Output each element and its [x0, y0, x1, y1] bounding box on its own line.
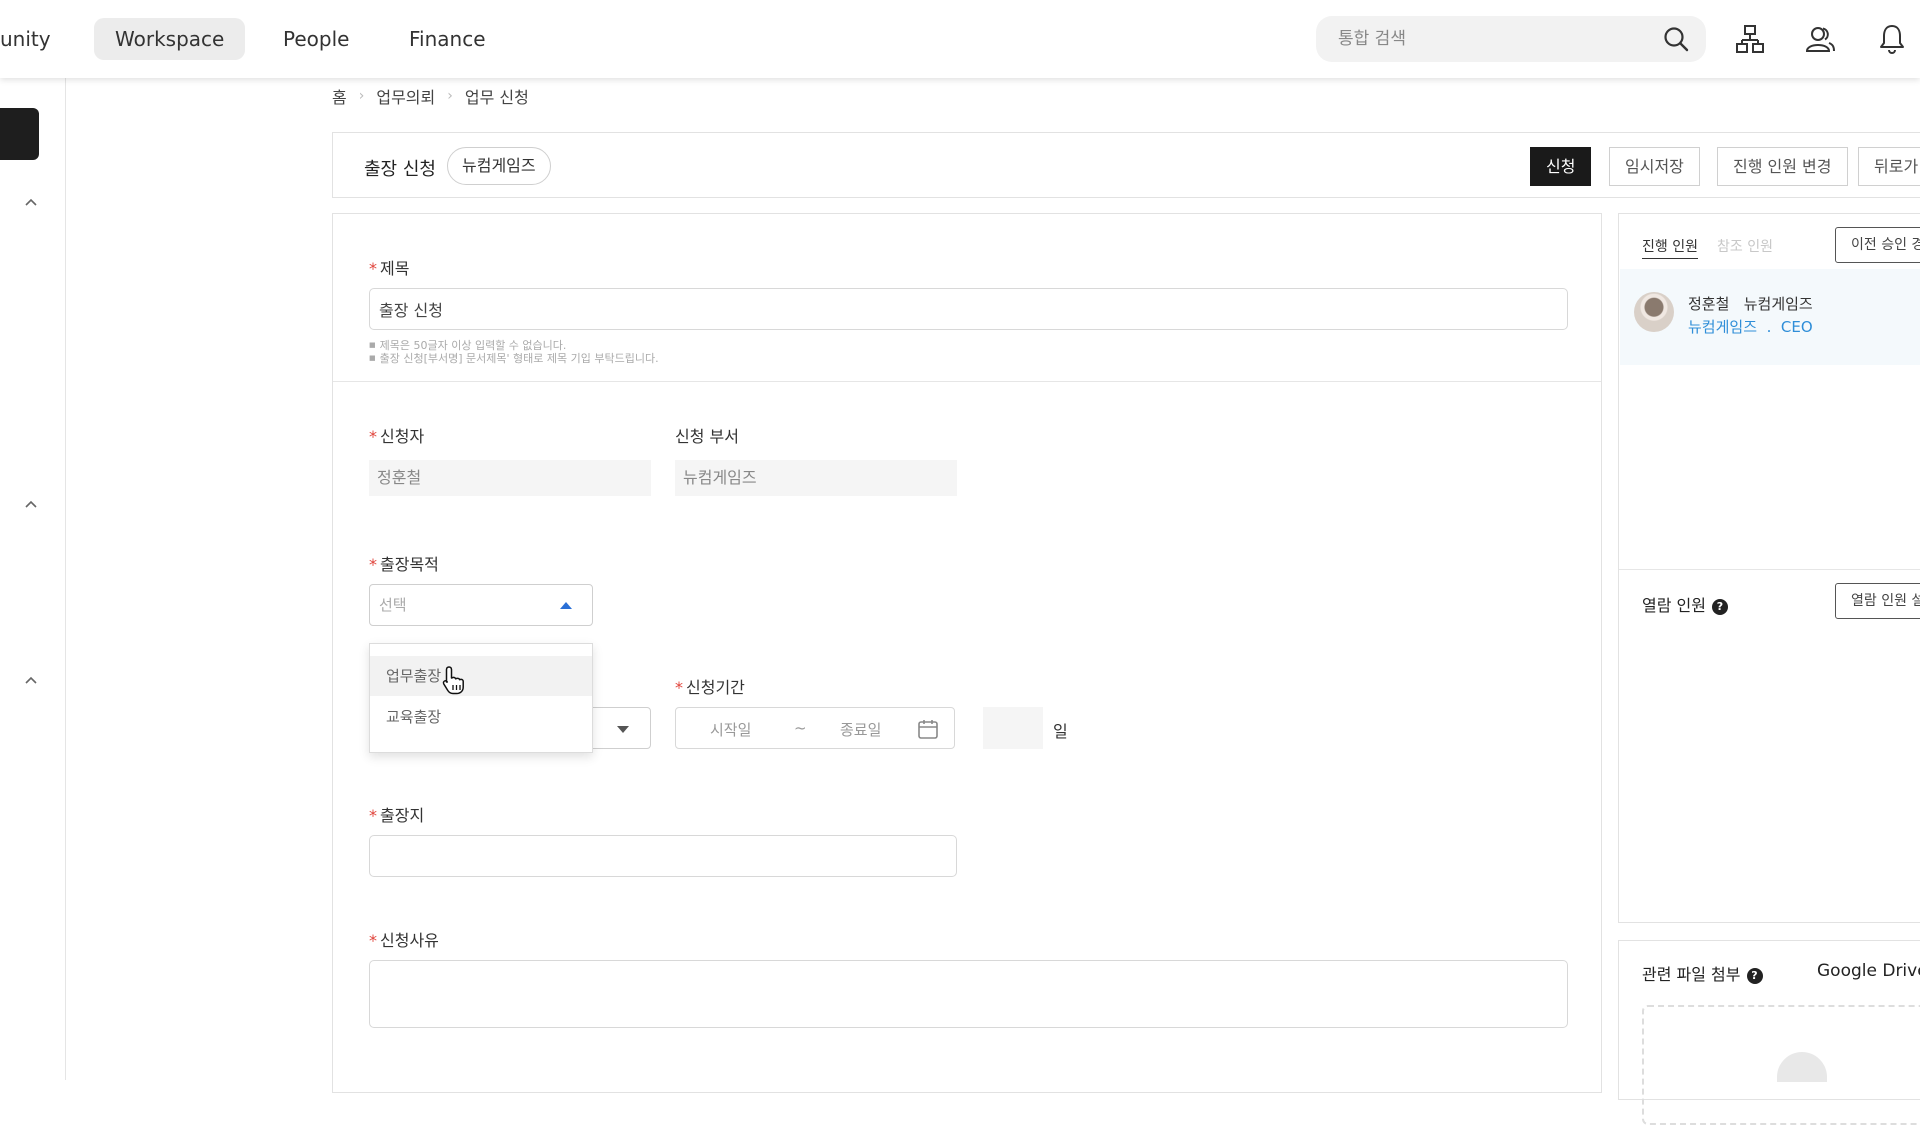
purpose-select[interactable]: 선택	[369, 584, 593, 626]
tab-references[interactable]: 참조 인원	[1717, 236, 1773, 256]
top-navigation: unity Workspace People Finance	[0, 0, 1920, 78]
tab-approvers[interactable]: 진행 인원	[1642, 236, 1698, 259]
applicant-value: 정훈철	[369, 460, 651, 496]
destination-input[interactable]	[370, 836, 956, 876]
required-mark: *	[675, 678, 683, 697]
company-chip: 뉴컴게임즈	[447, 147, 551, 185]
purpose-option-education[interactable]: 교육출장	[370, 697, 592, 737]
period-label: * 신청기간	[675, 678, 745, 697]
sidebar-active-item[interactable]	[0, 108, 39, 160]
required-mark: *	[369, 259, 377, 278]
submit-button[interactable]: 신청	[1530, 147, 1592, 186]
search-icon[interactable]	[1662, 25, 1690, 53]
breadcrumb-home[interactable]: 홈	[332, 84, 347, 108]
file-attach-label: 관련 파일 첨부?	[1642, 961, 1763, 985]
approver-name: 정훈철 뉴컴게임즈	[1688, 295, 1813, 313]
nav-tab-people[interactable]: People	[262, 18, 370, 60]
reason-field	[369, 960, 1568, 1028]
required-mark: *	[369, 555, 377, 574]
days-unit: 일	[1053, 722, 1068, 741]
required-mark: *	[369, 931, 377, 950]
left-sidebar	[0, 78, 66, 1080]
cloud-upload-icon	[1777, 1052, 1827, 1082]
contacts-icon[interactable]	[1803, 22, 1837, 56]
caret-down-icon	[617, 726, 629, 733]
calendar-icon[interactable]	[917, 719, 939, 739]
date-separator: ~	[794, 719, 807, 737]
purpose-option-business[interactable]: 업무출장	[370, 656, 592, 696]
section-divider	[1619, 569, 1920, 570]
document-title: 출장 신청	[364, 159, 436, 180]
reason-textarea[interactable]	[370, 961, 1567, 1027]
back-button[interactable]: 뒤로가	[1858, 147, 1920, 186]
reason-label: * 신청사유	[369, 931, 439, 950]
document-header: 출장 신청 뉴컴게임즈 신청 임시저장 진행 인원 변경 뒤로가	[332, 132, 1920, 198]
breadcrumb: 홈 › 업무의뢰 › 업무 신청	[332, 84, 529, 108]
chevron-up-icon[interactable]	[23, 499, 39, 509]
request-form: *제목 제목은 50글자 이상 입력할 수 없습니다. 출장 신청[부서명] 문…	[332, 213, 1602, 1093]
destination-field	[369, 835, 957, 877]
title-input[interactable]	[370, 289, 1567, 329]
required-mark: *	[369, 427, 377, 446]
approval-panel: 진행 인원 참조 인원 이전 승인 경 정훈철 뉴컴게임즈 뉴컴게임즈 . CE…	[1618, 213, 1920, 923]
file-attachment-panel: 관련 파일 첨부? Google Drive	[1618, 940, 1920, 1125]
caret-up-icon	[560, 602, 572, 609]
purpose-dropdown-menu: 업무출장 교육출장	[369, 643, 593, 753]
change-approvers-button[interactable]: 진행 인원 변경	[1717, 147, 1848, 186]
applicant-label: * 신청자	[369, 427, 425, 446]
chevron-up-icon[interactable]	[23, 197, 39, 207]
global-search-input[interactable]	[1338, 16, 1658, 62]
title-field	[369, 288, 1568, 330]
hand-pointer-cursor-icon	[442, 666, 464, 695]
breadcrumb-current: 업무 신청	[464, 88, 529, 107]
required-mark: *	[369, 806, 377, 825]
breadcrumb-task-request[interactable]: 업무의뢰	[376, 84, 435, 108]
nav-tab-community[interactable]: unity	[0, 18, 72, 60]
department-value: 뉴컴게임즈	[675, 460, 957, 496]
breadcrumb-separator-icon: ›	[447, 88, 453, 104]
purpose-label: * 출장목적	[369, 555, 439, 574]
approver-list-item[interactable]: 정훈철 뉴컴게임즈 뉴컴게임즈 . CEO	[1620, 269, 1920, 365]
title-hint: 출장 신청[부서명] 문서제목' 형태로 제목 기입 부탁드립니다.	[369, 350, 659, 366]
org-chart-icon[interactable]	[1733, 22, 1767, 56]
viewers-label: 열람 인원?	[1642, 592, 1728, 616]
nav-tab-finance[interactable]: Finance	[388, 18, 507, 60]
purpose-select-placeholder: 선택	[379, 596, 407, 614]
date-range-picker[interactable]: 시작일 ~ 종료일	[675, 707, 955, 749]
destination-label: * 출장지	[369, 806, 425, 825]
add-viewers-button[interactable]: 열람 인원 설	[1835, 583, 1920, 619]
avatar	[1634, 292, 1674, 332]
previous-approval-button[interactable]: 이전 승인 경	[1835, 227, 1920, 263]
google-drive-link[interactable]: Google Drive	[1817, 961, 1920, 981]
nav-tab-workspace[interactable]: Workspace	[94, 18, 246, 60]
help-icon[interactable]: ?	[1711, 599, 1728, 615]
section-divider	[333, 381, 1601, 382]
save-draft-button[interactable]: 임시저장	[1609, 147, 1700, 186]
file-dropzone[interactable]	[1642, 1005, 1920, 1125]
department-label: 신청 부서	[675, 427, 739, 446]
help-icon[interactable]: ?	[1746, 968, 1763, 984]
chevron-up-icon[interactable]	[23, 675, 39, 685]
bell-icon[interactable]	[1875, 22, 1909, 56]
days-count-field	[983, 707, 1043, 749]
breadcrumb-separator-icon: ›	[358, 88, 365, 104]
start-date-placeholder[interactable]: 시작일	[710, 719, 751, 740]
approver-org: 뉴컴게임즈 . CEO	[1688, 318, 1813, 336]
global-search	[1316, 16, 1706, 62]
end-date-placeholder[interactable]: 종료일	[840, 719, 881, 740]
title-label: * 제목	[369, 259, 410, 278]
